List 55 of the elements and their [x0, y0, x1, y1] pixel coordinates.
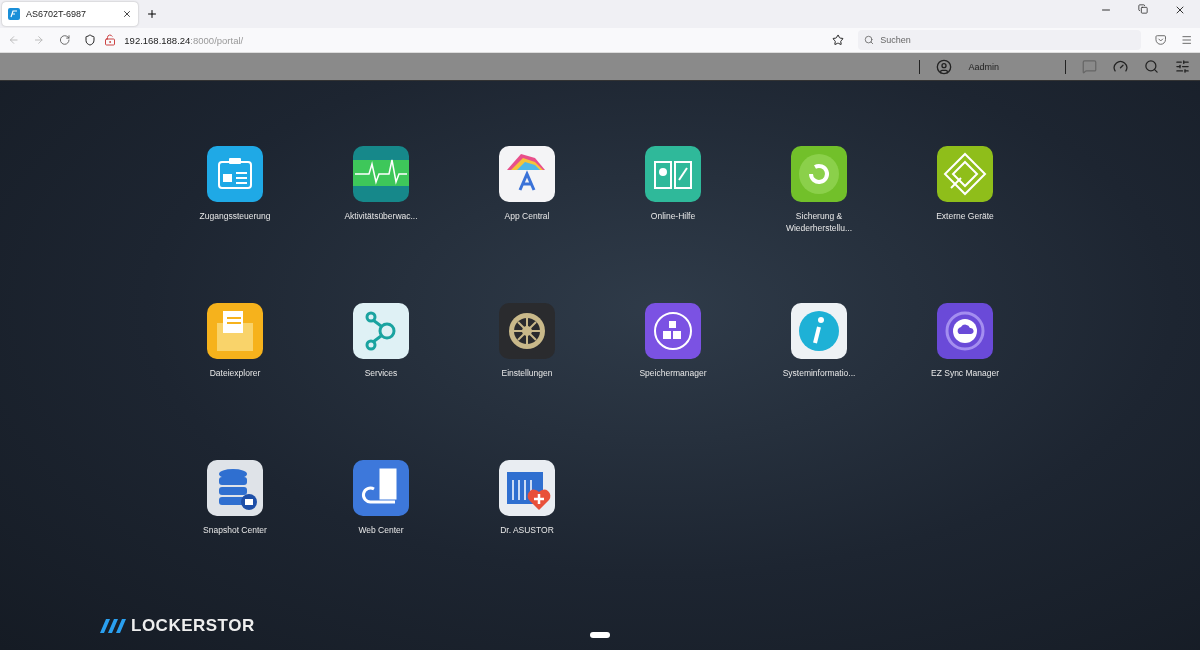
app-label[interactable]: Snapshot Center [185, 524, 285, 536]
app-icon [791, 146, 847, 202]
app-icon [353, 303, 409, 359]
brand-logo: LOCKERSTOR [131, 616, 255, 636]
brand-slashes-icon [100, 619, 128, 633]
app-label[interactable]: Web Center [331, 524, 431, 536]
new-tab-icon[interactable] [146, 8, 158, 20]
app-label[interactable]: Systeminformatio... [769, 367, 869, 379]
search-icon [864, 35, 875, 45]
search-icon[interactable] [1144, 59, 1159, 74]
close-icon[interactable] [122, 9, 132, 19]
menu-icon[interactable] [1180, 34, 1192, 46]
page-indicator[interactable] [590, 632, 610, 638]
app-label[interactable]: Speichermanager [623, 367, 723, 379]
app-label[interactable]: EZ Sync Manager [915, 367, 1015, 379]
app-label[interactable]: Services [331, 367, 431, 379]
app-label[interactable]: Aktivitätsüberwac... [331, 210, 431, 222]
app-label[interactable]: Online-Hilfe [623, 210, 723, 222]
search-field[interactable]: Suchen [858, 30, 1142, 50]
app-label[interactable]: Dr. ASUSTOR [477, 524, 577, 536]
url-text[interactable]: 192.168.188.24:8000/portal/ [124, 34, 244, 46]
app-label[interactable]: App Central [477, 210, 577, 222]
app-icon [207, 146, 263, 202]
shield-icon [84, 34, 97, 46]
app-icon [791, 303, 847, 359]
app-label[interactable]: Externe Geräte [915, 210, 1015, 222]
app-label[interactable]: Dateiexplorer [185, 367, 285, 379]
search-placeholder: Suchen [880, 35, 911, 45]
app-label[interactable]: Zugangssteuerung [185, 210, 285, 222]
site-icon [8, 8, 20, 20]
user-icon[interactable] [936, 58, 953, 75]
app-icon [499, 146, 555, 202]
app-icon [645, 303, 701, 359]
browser-tab[interactable]: AS6702T-6987 [2, 2, 138, 26]
app-icon [499, 303, 555, 359]
app-icon [937, 303, 993, 359]
app-icon [353, 460, 409, 516]
app-icon [207, 303, 263, 359]
settings-icon[interactable] [1175, 59, 1190, 74]
app-label[interactable]: Einstellungen [477, 367, 577, 379]
user-name[interactable]: Aadmin [968, 61, 999, 72]
lock-icon [104, 34, 117, 46]
app-icon [937, 146, 993, 202]
reload-icon[interactable] [58, 34, 71, 46]
close-icon[interactable] [1174, 4, 1186, 16]
bookmark-star-icon[interactable] [832, 34, 845, 46]
app-icon [645, 146, 701, 202]
app-label[interactable]: Sicherung & Wiederherstellu... [769, 210, 869, 234]
app-icon [207, 460, 263, 516]
app-icon [353, 146, 409, 202]
tab-title: AS6702T-6987 [26, 9, 88, 19]
pocket-icon[interactable] [1155, 34, 1167, 46]
app-icon [499, 460, 555, 516]
restore-icon[interactable] [1138, 4, 1148, 14]
gauge-icon[interactable] [1113, 59, 1128, 74]
